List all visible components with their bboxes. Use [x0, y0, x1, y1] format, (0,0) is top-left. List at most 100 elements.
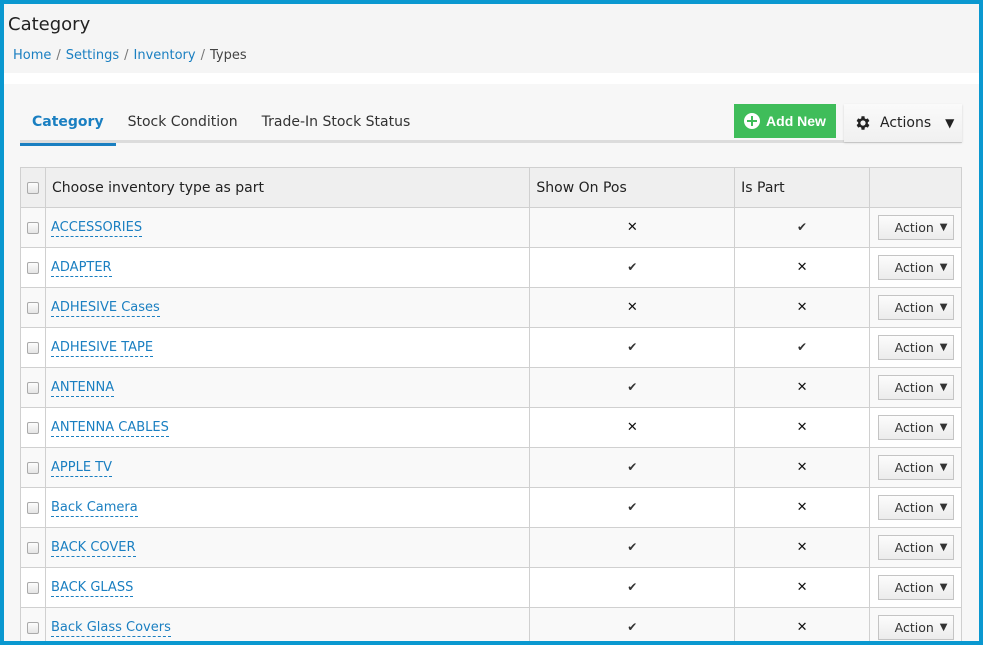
- name-cell: APPLE TV: [44, 447, 531, 488]
- is-part-cell: ✕: [734, 447, 870, 488]
- row-checkbox[interactable]: [27, 381, 39, 394]
- type-name-link[interactable]: ADHESIVE TAPE: [51, 340, 154, 357]
- table-row: BACK GLASS ✔ ✕ Action ▼: [20, 567, 962, 608]
- row-checkbox[interactable]: [27, 541, 39, 554]
- row-action-button[interactable]: Action ▼: [877, 615, 954, 640]
- breadcrumb-inventory[interactable]: Inventory: [134, 48, 196, 63]
- x-icon: ✕: [796, 580, 808, 595]
- tab-stock-condition[interactable]: Stock Condition: [116, 111, 250, 143]
- action-label: Action: [894, 500, 934, 515]
- row-action-button[interactable]: Action ▼: [877, 495, 954, 520]
- row-action-button[interactable]: Action ▼: [877, 335, 954, 360]
- check-icon: ✔: [627, 620, 638, 634]
- type-name-link[interactable]: Back Glass Covers: [51, 620, 171, 637]
- type-name-link[interactable]: BACK GLASS: [51, 580, 134, 597]
- is-part-cell: ✕: [734, 527, 870, 568]
- row-checkbox[interactable]: [27, 461, 39, 474]
- breadcrumb-home[interactable]: Home: [13, 48, 51, 63]
- row-action-button[interactable]: Action ▼: [877, 295, 954, 320]
- type-name-link[interactable]: ADHESIVE Cases: [51, 300, 160, 317]
- row-checkbox[interactable]: [27, 581, 39, 594]
- plus-circle-icon: [744, 113, 761, 129]
- row-checkbox-cell: [20, 407, 46, 448]
- action-label: Action: [894, 420, 934, 435]
- row-checkbox[interactable]: [27, 341, 39, 354]
- show-on-pos-cell: ✔: [529, 247, 736, 288]
- is-part-cell: ✔: [734, 327, 870, 368]
- column-header-show-on-pos[interactable]: Show On Pos: [529, 167, 736, 208]
- row-checkbox[interactable]: [27, 261, 39, 274]
- app-frame: Category Home / Settings / Inventory / T…: [4, 4, 979, 641]
- action-cell: Action ▼: [869, 447, 962, 488]
- type-name-link[interactable]: ANTENNA: [51, 380, 115, 397]
- x-icon: ✕: [796, 500, 808, 515]
- type-name-link[interactable]: APPLE TV: [51, 460, 112, 477]
- is-part-cell: ✔: [734, 207, 870, 248]
- x-icon: ✕: [796, 620, 808, 635]
- x-icon: ✕: [796, 420, 808, 435]
- type-name-link[interactable]: BACK COVER: [51, 540, 136, 557]
- caret-down-icon: ▼: [939, 462, 948, 473]
- row-action-button[interactable]: Action ▼: [877, 215, 954, 240]
- tab-category[interactable]: Category: [20, 111, 116, 146]
- is-part-cell: ✕: [734, 287, 870, 328]
- table-row: APPLE TV ✔ ✕ Action ▼: [20, 447, 962, 488]
- table-row: Back Glass Covers ✔ ✕ Action ▼: [20, 607, 962, 641]
- action-cell: Action ▼: [869, 407, 962, 448]
- show-on-pos-cell: ✔: [529, 367, 736, 408]
- select-all-header: [20, 167, 46, 208]
- select-all-checkbox[interactable]: [27, 181, 39, 194]
- row-action-button[interactable]: Action ▼: [877, 255, 954, 280]
- row-checkbox-cell: [20, 247, 46, 288]
- x-icon: ✕: [796, 460, 808, 475]
- caret-down-icon: ▼: [939, 542, 948, 553]
- actions-dropdown-button[interactable]: Actions ▼: [844, 104, 962, 142]
- action-label: Action: [894, 540, 934, 555]
- action-cell: Action ▼: [869, 567, 962, 608]
- row-checkbox[interactable]: [27, 221, 39, 234]
- check-icon: ✔: [627, 460, 638, 474]
- caret-down-icon: ▼: [939, 222, 948, 233]
- row-action-button[interactable]: Action ▼: [877, 415, 954, 440]
- row-action-button[interactable]: Action ▼: [877, 575, 954, 600]
- show-on-pos-cell: ✔: [529, 567, 736, 608]
- is-part-cell: ✕: [734, 247, 870, 288]
- table-header-row: Choose inventory type as part Show On Po…: [20, 167, 962, 208]
- show-on-pos-cell: ✕: [529, 207, 736, 248]
- tab-trade-in-stock-status[interactable]: Trade-In Stock Status: [250, 111, 423, 143]
- x-icon: ✕: [796, 300, 808, 315]
- name-cell: BACK GLASS: [44, 567, 531, 608]
- row-checkbox-cell: [20, 207, 46, 248]
- action-label: Action: [894, 580, 934, 595]
- row-checkbox[interactable]: [27, 621, 39, 634]
- table-row: ANTENNA ✔ ✕ Action ▼: [20, 367, 962, 408]
- type-name-link[interactable]: ANTENNA CABLES: [51, 420, 169, 437]
- inventory-types-table: Choose inventory type as part Show On Po…: [20, 167, 962, 641]
- row-action-button[interactable]: Action ▼: [877, 375, 954, 400]
- caret-down-icon: ▼: [939, 502, 948, 513]
- row-checkbox-cell: [20, 287, 46, 328]
- row-checkbox[interactable]: [27, 421, 39, 434]
- type-name-link[interactable]: Back Camera: [51, 500, 138, 517]
- type-name-link[interactable]: ACCESSORIES: [51, 220, 143, 237]
- row-action-button[interactable]: Action ▼: [877, 535, 954, 560]
- name-cell: ADHESIVE TAPE: [44, 327, 531, 368]
- row-checkbox-cell: [20, 447, 46, 488]
- breadcrumb-current: Types: [209, 48, 247, 63]
- breadcrumb-separator: /: [124, 48, 129, 63]
- breadcrumb-settings[interactable]: Settings: [66, 48, 119, 63]
- add-new-button[interactable]: Add New: [734, 104, 836, 138]
- row-checkbox[interactable]: [27, 501, 39, 514]
- content-panel: Category Stock Condition Trade-In Stock …: [4, 84, 979, 641]
- row-action-button[interactable]: Action ▼: [877, 455, 954, 480]
- action-label: Action: [894, 340, 934, 355]
- column-header-is-part[interactable]: Is Part: [734, 167, 870, 208]
- breadcrumb-separator: /: [56, 48, 61, 63]
- x-icon: ✕: [626, 420, 638, 435]
- row-checkbox-cell: [20, 567, 46, 608]
- column-header-name[interactable]: Choose inventory type as part: [44, 167, 531, 208]
- action-label: Action: [894, 380, 934, 395]
- row-checkbox[interactable]: [27, 301, 39, 314]
- type-name-link[interactable]: ADAPTER: [51, 260, 112, 277]
- caret-down-icon: ▼: [939, 302, 948, 313]
